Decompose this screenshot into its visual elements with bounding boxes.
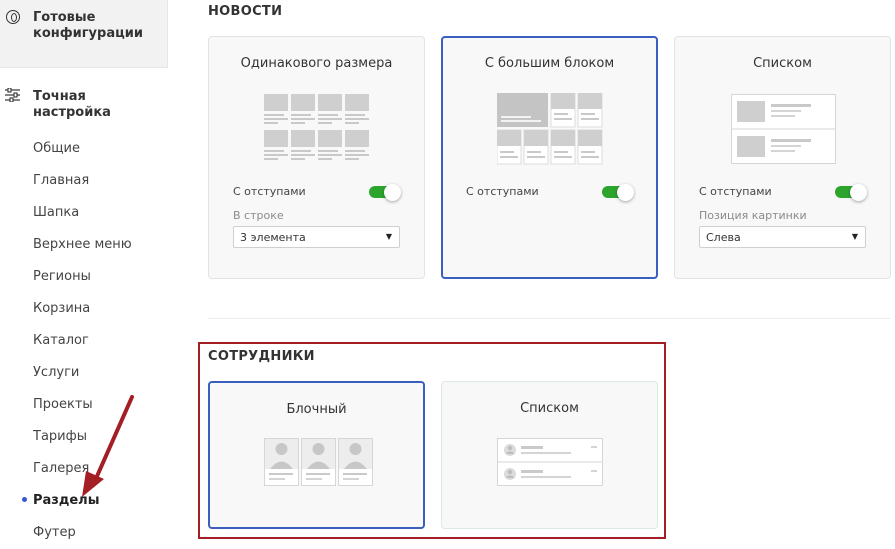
sliders-icon [5,88,20,102]
ready-configs-item[interactable]: Готовые конфигурации [0,0,168,68]
news-section-title: НОВОСТИ [208,4,283,19]
sidebar-item-top-menu[interactable]: Верхнее меню [33,237,132,253]
configs-icon [6,10,20,24]
annotation-arrow [82,395,134,497]
grid-layout-preview [264,94,369,160]
staff-card-list[interactable]: Списком [441,381,658,529]
caret-down-icon: ▼ [385,232,392,241]
per-row-value: 3 элемента [240,231,306,244]
card-title: Одинакового размера [240,56,393,71]
card-title: Списком [753,56,812,71]
ready-configs-label: Готовые конфигурации [33,10,143,41]
settings-page: Готовые конфигурации Точная настройка Об… [0,0,895,549]
staff-block-preview [264,438,373,486]
sidebar-item-catalog[interactable]: Каталог [33,333,89,349]
big-block-layout-preview [497,93,603,165]
section-divider [208,318,890,319]
per-row-select[interactable]: 3 элемента ▼ [233,226,400,248]
padding-toggle[interactable] [835,184,867,201]
sidebar-item-header[interactable]: Шапка [33,205,79,221]
staff-card-block[interactable]: Блочный [208,381,425,529]
image-position-value: Слева [706,231,741,244]
padding-label: С отступами [233,185,306,198]
sidebar-item-services[interactable]: Услуги [33,365,79,381]
fine-tuning-label: Точная настройка [33,89,111,120]
news-card-list[interactable]: Списком С отступами Позиция картинки Сле… [674,36,891,279]
list-layout-preview [731,94,836,164]
padding-toggle[interactable] [369,184,401,201]
sidebar-item-footer[interactable]: Футер [33,525,76,541]
sidebar-item-regions[interactable]: Регионы [33,269,91,285]
padding-label: С отступами [466,185,539,198]
toggle-knob [617,184,634,201]
sidebar-item-cart[interactable]: Корзина [33,301,90,317]
per-row-label: В строке [233,209,284,222]
staff-section-title: СОТРУДНИКИ [208,349,315,364]
staff-list-preview [497,438,603,486]
news-card-equal-size[interactable]: Одинакового размера С отступами В строке [208,36,425,279]
card-title: С большим блоком [484,56,615,71]
padding-toggle[interactable] [602,184,634,201]
padding-label: С отступами [699,185,772,198]
caret-down-icon: ▼ [851,232,858,241]
card-title: Списком [520,401,579,416]
toggle-knob [384,184,401,201]
image-position-select[interactable]: Слева ▼ [699,226,866,248]
card-title: Блочный [286,402,347,417]
sidebar-item-general[interactable]: Общие [33,141,80,157]
sidebar-item-main[interactable]: Главная [33,173,89,189]
sidebar-item-tariffs[interactable]: Тарифы [33,429,87,445]
news-card-big-block[interactable]: С большим блоком С отступами [441,36,658,279]
toggle-knob [850,184,867,201]
active-indicator [22,497,27,502]
image-position-label: Позиция картинки [699,209,807,222]
